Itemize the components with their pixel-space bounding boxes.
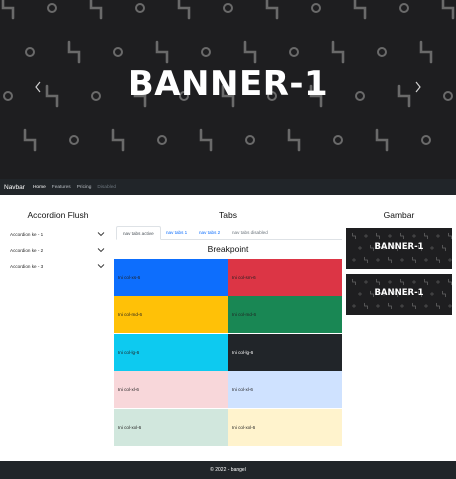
tab-active[interactable]: nav tabs active (116, 226, 161, 240)
footer: © 2022 - bangel (0, 461, 456, 479)
chevron-down-icon (97, 232, 105, 237)
gambar-image-1: BANNER-1 (346, 228, 452, 269)
tab-2[interactable]: nav tabs 2 (193, 226, 226, 240)
accordion-item-label: Accordion ke - 2 (10, 247, 44, 253)
gambar-image-title: BANNER-1 (374, 288, 424, 298)
tab-disabled: nav tabs disabled (232, 230, 268, 235)
breakpoint-grid: Ini col-xs-6 Ini col-sm-6 Ini col-md-6 I… (114, 259, 342, 446)
carousel-prev-button[interactable] (30, 79, 46, 99)
banner-title: BANNER-1 (127, 64, 329, 104)
nav-tabs: nav tabs active nav tabs 1 nav tabs 2 na… (116, 226, 342, 240)
tab-1[interactable]: nav tabs 1 (160, 226, 193, 240)
grid-cell-label: Ini col-md-6 (118, 312, 142, 317)
accordion-item-2[interactable]: Accordion ke - 2 (10, 245, 106, 255)
grid-cell-label: Ini col-lg-6 (118, 350, 140, 355)
grid-cell-label: Ini col-md-6 (232, 312, 256, 317)
accordion-item-1[interactable]: Accordion ke - 1 (10, 229, 106, 239)
gambar-image-title: BANNER-1 (374, 242, 424, 252)
grid-cell: Ini col-lg-6 (228, 334, 342, 371)
accordion-item-label: Accordion ke - 3 (10, 263, 44, 269)
gambar-image-2: BANNER-1 (346, 274, 452, 315)
grid-cell-label: Ini col-sm-6 (232, 275, 256, 280)
breakpoint-title: Breakpoint (207, 244, 249, 254)
accordion-item-label: Accordion ke - 1 (10, 231, 44, 237)
navbar-brand[interactable]: Navbar (4, 184, 25, 191)
grid-cell-label: Ini col-xxl-6 (232, 425, 256, 430)
nav-link-pricing[interactable]: Pricing (77, 185, 92, 190)
grid-cell: Ini col-md-6 (114, 296, 228, 333)
grid-cell-label: Ini col-lg-6 (232, 350, 254, 355)
chevron-down-icon (97, 264, 105, 269)
grid-cell: Ini col-xs-6 (114, 259, 228, 296)
grid-cell: Ini col-xl-6 (114, 371, 228, 408)
banner-carousel: BANNER-1 (0, 0, 456, 179)
nav-link-disabled: Disabled (97, 184, 117, 190)
grid-cell: Ini col-xl-6 (228, 371, 342, 408)
grid-cell-label: Ini col-xs-6 (118, 275, 141, 280)
nav-link-home[interactable]: Home (33, 185, 46, 190)
grid-cell: Ini col-sm-6 (228, 259, 342, 296)
grid-cell-label: Ini col-xl-6 (118, 387, 139, 392)
grid-cell: Ini col-lg-6 (114, 334, 228, 371)
gambar-title: Gambar (383, 210, 415, 220)
nav-link-features[interactable]: Features (52, 185, 71, 190)
carousel-next-button[interactable] (410, 79, 426, 99)
grid-cell: Ini col-md-6 (228, 296, 342, 333)
grid-cell-label: Ini col-xl-6 (232, 387, 253, 392)
chevron-right-icon (415, 81, 421, 93)
grid-cell-label: Ini col-xxl-6 (118, 425, 142, 430)
grid-cell: Ini col-xxl-6 (228, 409, 342, 446)
accordion-item-3[interactable]: Accordion ke - 3 (10, 261, 106, 271)
accordion-title: Accordion Flush (27, 210, 89, 220)
footer-text: © 2022 - bangel (210, 467, 246, 473)
chevron-down-icon (97, 248, 105, 253)
tabs-title: Tabs (219, 210, 237, 220)
grid-cell: Ini col-xxl-6 (114, 409, 228, 446)
navbar: Navbar Home Features Pricing Disabled (0, 179, 456, 195)
chevron-left-icon (35, 81, 41, 93)
